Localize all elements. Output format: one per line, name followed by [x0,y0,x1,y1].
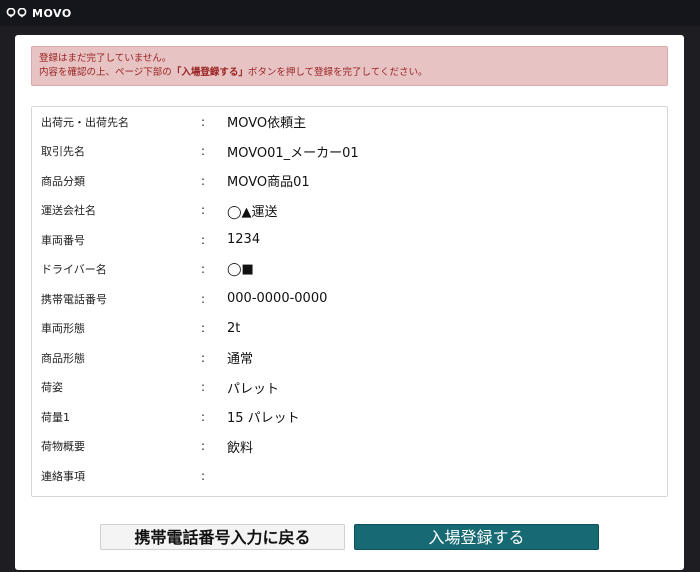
detail-label: 取引先名 [41,145,85,158]
detail-colon: : [201,409,206,424]
detail-colon: : [201,291,206,306]
detail-label: 携帯電話番号 [41,292,107,306]
detail-colon: : [201,321,206,335]
detail-value: 15 パレット [227,411,300,426]
detail-value: 2t [227,320,241,336]
detail-value: 1234 [227,232,261,247]
detail-value: パレット [227,381,280,397]
detail-colon: : [201,173,206,188]
detail-row-packing: 荷姿 : パレット [32,373,667,402]
detail-colon: : [201,439,206,453]
detail-row-vehicle-type: 車両形態 : 2t [32,314,667,343]
alert-line-1: 登録はまだ完了していません。 [39,53,172,64]
detail-label: 連絡事項 [41,469,85,483]
detail-row-product-category: 商品分類 : MOVO商品01 [32,166,667,195]
detail-row-quantity: 荷量1 : 15 パレット [32,402,667,431]
detail-label: 商品分類 [41,174,85,188]
detail-label: 荷量1 [41,410,70,424]
detail-row-customer: 取引先名 : MOVO01_メーカー01 [32,137,667,166]
top-bar: MOVO [0,0,700,26]
detail-value: MOVO01_メーカー01 [227,145,359,161]
detail-label: ドライバー名 [41,263,107,276]
back-to-phone-input-button[interactable]: 携帯電話番号入力に戻る [100,524,345,550]
detail-row-shipper: 出荷元・出荷先名 : MOVO依頼主 [32,107,667,136]
detail-colon: : [201,144,206,158]
detail-value: 通常 [227,352,254,367]
detail-label: 荷姿 [41,381,63,394]
map-pin-icon [6,8,27,18]
detail-row-notes: 連絡事項 : [32,461,667,490]
detail-colon: : [201,468,206,483]
register-entry-button[interactable]: 入場登録する [354,524,599,550]
detail-colon: : [201,203,206,217]
detail-row-vehicle-number: 車両番号 : 1234 [32,225,667,254]
alert-line-2-strong: 「入場登録する」 [171,67,248,78]
detail-value: MOVO商品01 [227,175,310,190]
detail-value: 飲料 [227,440,254,456]
detail-colon: : [201,350,206,365]
detail-colon: : [201,114,206,129]
details-box: 出荷元・出荷先名 : MOVO依頼主 取引先名 : MOVO01_メーカー01 … [31,106,668,497]
detail-row-product-form: 商品形態 : 通常 [32,343,667,372]
logo-text: MOVO [32,6,72,20]
alert-line-2-prefix: 内容を確認の上、ページ下部の [39,67,172,78]
detail-label: 商品形態 [41,351,85,365]
detail-colon: : [201,380,206,394]
detail-label: 出荷元・出荷先名 [41,115,129,129]
detail-colon: : [201,232,206,247]
detail-row-cargo-summary: 荷物概要 : 飲料 [32,432,667,461]
detail-value: 000-0000-0000 [227,291,328,306]
detail-label: 車両番号 [41,233,85,247]
detail-label: 車両形態 [41,322,85,335]
detail-row-driver-name: ドライバー名 : ◯■ [32,255,667,284]
detail-value: ◯▲運送 [227,204,278,220]
detail-label: 荷物概要 [41,440,85,453]
detail-label: 運送会社名 [41,204,96,217]
detail-value: MOVO依頼主 [227,116,307,131]
alert-line-2-suffix: ボタンを押して登録を完了してください。 [247,67,428,78]
detail-value: ◯■ [227,261,254,277]
detail-row-phone: 携帯電話番号 : 000-0000-0000 [32,284,667,313]
alert-message: 登録はまだ完了していません。 内容を確認の上、ページ下部の「入場登録する」ボタン… [31,46,668,86]
detail-row-carrier: 運送会社名 : ◯▲運送 [32,196,667,225]
detail-colon: : [201,262,206,276]
alert-line-2: 内容を確認の上、ページ下部の「入場登録する」ボタンを押して登録を完了してください… [39,66,660,80]
